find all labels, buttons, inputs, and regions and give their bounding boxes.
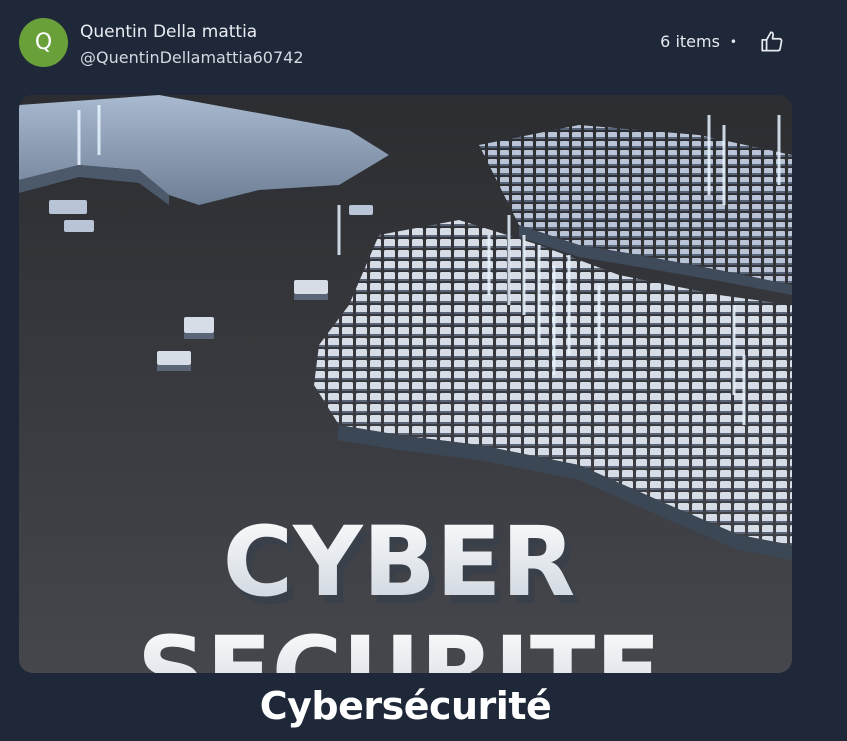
author-handle[interactable]: @QuentinDellamattia60742	[80, 48, 304, 67]
overlay-text-line2: SECURITE	[137, 616, 661, 673]
overlay-text-line1: CYBER	[223, 506, 576, 618]
item-count: 6 items	[660, 32, 720, 51]
avatar-letter: Q	[34, 30, 53, 55]
post-title[interactable]: Cybersécurité	[0, 684, 811, 728]
like-button[interactable]	[758, 28, 786, 56]
thumbnail-image[interactable]: CYBER CYBER SECURITE	[19, 95, 792, 673]
cyber-map-illustration: CYBER CYBER SECURITE	[19, 95, 792, 673]
meta-separator: •	[729, 34, 737, 49]
thumbs-up-icon	[761, 31, 783, 52]
post-card: Q Quentin Della mattia @QuentinDellamatt…	[0, 0, 847, 741]
author-name[interactable]: Quentin Della mattia	[80, 22, 257, 42]
avatar[interactable]: Q	[19, 18, 68, 67]
post-meta: 6 items •	[660, 32, 737, 51]
